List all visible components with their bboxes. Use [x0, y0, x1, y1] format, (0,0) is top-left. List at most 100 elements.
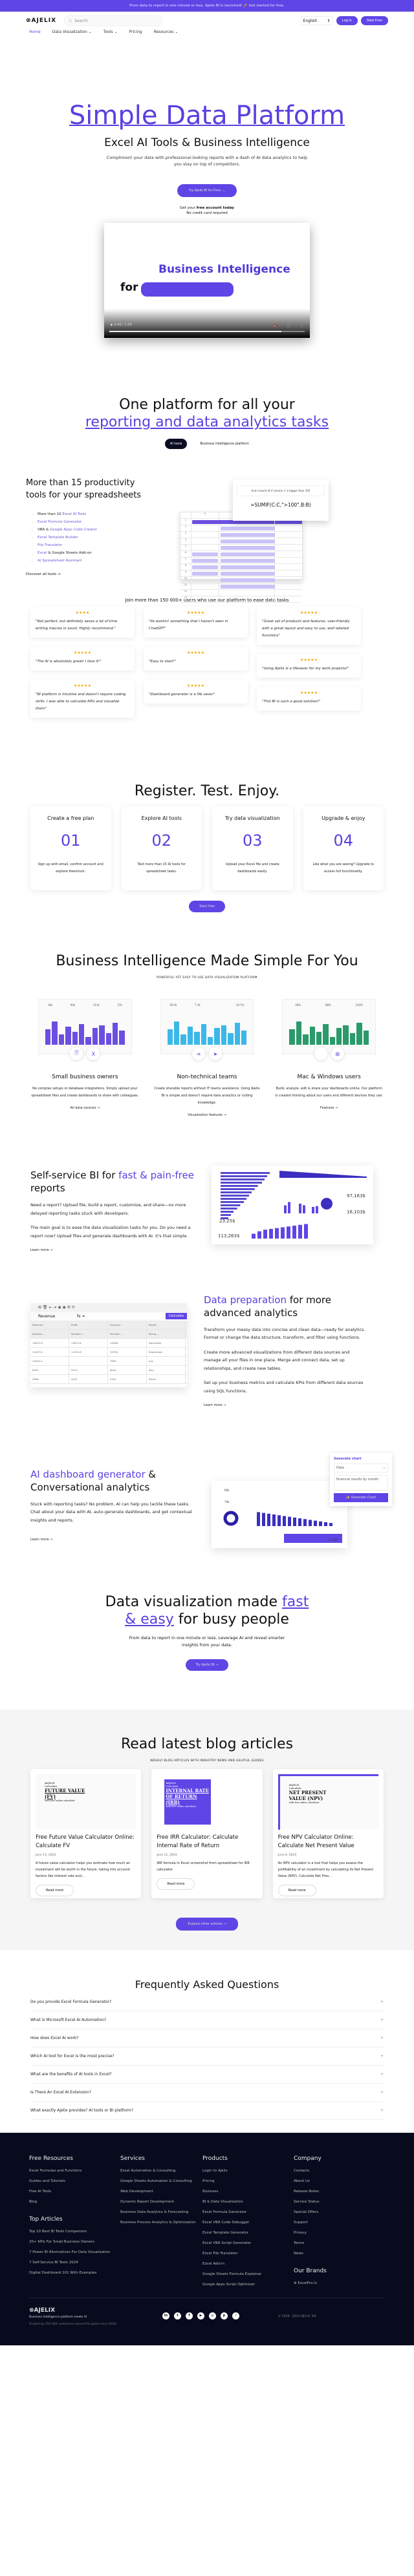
footer-link[interactable]: Excel VBA Code Debugger [202, 2217, 294, 2228]
prep-type-select[interactable]: Number ⌄ [69, 1329, 108, 1338]
footer-link[interactable]: BI & Data Visualization [202, 2197, 294, 2207]
nav-home[interactable]: Home [29, 30, 41, 34]
prep-type-select[interactable]: Number ⌄ [108, 1329, 147, 1338]
footer-link[interactable]: Google Sheets Automation & Consulting [120, 2176, 202, 2186]
aigen-learn-more[interactable]: Learn more → [30, 1536, 192, 1544]
footer-link[interactable]: Business Data Analytics & Forecasting [120, 2207, 202, 2217]
generate-chart-button[interactable]: ✨ Generate Chart [334, 1492, 388, 1502]
footer-link[interactable]: Support [294, 2217, 371, 2228]
tab-ai-tools[interactable]: AI tools [164, 439, 188, 449]
promo-video[interactable]: Business Intelligence for ▶ 0:00 / 1:04 … [104, 223, 310, 338]
search-input[interactable]: ○ Search [65, 16, 162, 25]
brand-link[interactable]: ⊕ ExcelPro.lv [294, 2278, 371, 2288]
tool-link[interactable]: AI Spreadsheet Assistant [38, 559, 82, 563]
faq-item[interactable]: What exactly Ajelix provides? AI tools o… [30, 2102, 384, 2120]
faq-item[interactable]: Do you provide Excel Formula Generator? + [30, 1993, 384, 2011]
footer-link[interactable]: Blog [29, 2197, 120, 2207]
prep-learn-more[interactable]: Learn more → [204, 1401, 365, 1410]
footer-link[interactable]: Digital Dashboard 101 With Examples [29, 2268, 120, 2278]
footer-link[interactable]: Excel Template Generator [202, 2228, 294, 2238]
footer-link[interactable]: Contacts [294, 2166, 371, 2176]
footer-link[interactable]: Dynamic Report Development [120, 2197, 202, 2207]
footer-link[interactable]: Excel Add-in [202, 2259, 294, 2269]
footer-link[interactable]: Excel Formula Generator [202, 2207, 294, 2217]
tool-link[interactable]: Excel Formula Generator [38, 520, 82, 524]
prep-type-select[interactable]: Number ⌄ [30, 1329, 69, 1338]
footer-link[interactable]: Pricing [202, 2176, 294, 2186]
footer-link[interactable]: Excel Formulas and Functions [29, 2166, 120, 2176]
logo[interactable]: ⊗AJELIX [26, 17, 58, 24]
footer-link[interactable]: 20+ KPIs For Small Business Owners [29, 2237, 120, 2247]
footer-link[interactable]: Excel VBA Script Generator [202, 2238, 294, 2248]
footer-link[interactable]: Google Sheets Formula Explainer [202, 2269, 294, 2279]
language-select[interactable]: English ⇕ [300, 16, 333, 25]
footer-link[interactable]: Excel Automation & Consulting [120, 2166, 202, 2176]
video-progress[interactable] [109, 331, 305, 332]
footer-link[interactable]: Special Offers [294, 2207, 371, 2217]
aigen-title-link[interactable]: AI dashboard generator [30, 1469, 146, 1480]
read-more-button[interactable]: Read more [36, 1884, 74, 1896]
faq-item[interactable]: What is Microsoft Excel AI Automation? + [30, 2011, 384, 2029]
mute-icon[interactable]: 🔇 [273, 324, 277, 328]
footer-link[interactable]: Service Status [294, 2197, 371, 2207]
footer-link[interactable]: Web Development [120, 2186, 202, 2197]
more-icon[interactable]: ⋮ [300, 324, 303, 328]
footer-link[interactable]: Release Notes [294, 2186, 371, 2197]
fullscreen-icon[interactable]: ⛶ [287, 324, 290, 328]
platform-title-link[interactable]: reporting and data analytics tasks [85, 414, 329, 430]
instagram-icon[interactable]: ◎ [208, 2312, 216, 2319]
login-button[interactable]: Log in [336, 16, 358, 25]
footer-link[interactable]: Top 10 Best BI Tools Comparison [29, 2226, 120, 2237]
prep-calculate-button[interactable]: Calculate [165, 1313, 187, 1319]
bi-col-link[interactable]: Features → [274, 1106, 384, 1110]
gen-data-select[interactable]: Data ⌄ [334, 1463, 388, 1472]
linkedin-icon[interactable]: in [162, 2312, 169, 2319]
tool-link[interactable]: Google Apps Code Creator [50, 528, 97, 532]
footer-link[interactable]: 7 Power BI Alternatives For Data Visuali… [29, 2247, 120, 2257]
faq-item[interactable]: How does Excel AI work? + [30, 2029, 384, 2047]
nav-pricing[interactable]: Pricing [129, 30, 142, 34]
faq-item[interactable]: What are the benefits of AI tools in Exc… [30, 2066, 384, 2084]
tiktok-icon[interactable]: ♪ [232, 2312, 239, 2319]
prep-formula-input[interactable] [87, 1313, 164, 1319]
prep-type-select[interactable]: String ⌄ [147, 1329, 186, 1338]
footer-link[interactable]: Business [202, 2186, 294, 2197]
footer-logo[interactable]: ⊗AJELIX [29, 2307, 117, 2314]
footer-link[interactable]: Business Process Analytics & Optimizatio… [120, 2217, 202, 2228]
prep-title-link[interactable]: Data preparation [204, 1294, 287, 1306]
pinterest-icon[interactable]: p [220, 2312, 228, 2319]
read-more-button[interactable]: Read more [157, 1878, 195, 1890]
bi-col-link[interactable]: Visualization features → [153, 1113, 262, 1117]
blog-card-title[interactable]: Free Future Value Calculator Online: Cal… [36, 1834, 136, 1850]
footer-link[interactable]: Privacy [294, 2228, 371, 2238]
footer-link[interactable]: 7 Self-Service BI Tools 2024 [29, 2257, 120, 2268]
blog-card-image[interactable]: ⊗AJELIX Calculate INTERNAL RATE OF RETURN … [157, 1774, 257, 1830]
discover-tools-link[interactable]: Discover all tools → [26, 572, 155, 576]
tool-link[interactable]: Excel AI Tools [62, 512, 86, 516]
bi-col-link[interactable]: All data sources → [30, 1106, 140, 1110]
facebook-icon[interactable]: f [185, 2312, 193, 2319]
youtube-icon[interactable]: ▶ [197, 2312, 204, 2319]
ss-title-link[interactable]: fast & pain-free [118, 1169, 194, 1181]
tab-bi-platform[interactable]: Business Intelligence platform [200, 442, 249, 446]
twitter-icon[interactable]: t [173, 2312, 181, 2319]
faq-item[interactable]: Which AI tool for Excel is the most prec… [30, 2047, 384, 2066]
announcement-banner[interactable]: From data to report in one minute or les… [0, 0, 414, 12]
tool-link[interactable]: Excel [38, 551, 47, 555]
tool-link[interactable]: Excel Template Builder [38, 536, 78, 539]
footer-link[interactable]: About Us [294, 2176, 371, 2186]
blog-card-image[interactable]: ⊗AJELIX Calculate NET PRESENT VALUE (NPV) w… [278, 1774, 378, 1830]
tool-link[interactable]: File Translator [38, 543, 62, 547]
footer-link[interactable]: Terms [294, 2238, 371, 2248]
footer-link[interactable]: News [294, 2248, 371, 2259]
footer-link[interactable]: Excel File Translator [202, 2248, 294, 2259]
ss-learn-more[interactable]: Learn more → [30, 1246, 199, 1255]
footer-link[interactable]: Free AI Tools [29, 2186, 120, 2197]
footer-link[interactable]: Google Apps Script Optimizer [202, 2279, 294, 2290]
start-free-cta[interactable]: Start free [189, 901, 225, 912]
dv-cta[interactable]: Try Ajelix BI → [185, 1659, 229, 1671]
nav-resources[interactable]: Resources ⌄ [154, 30, 179, 34]
play-icon[interactable]: ▶ [111, 323, 113, 327]
blog-card-title[interactable]: Free IRR Calculator: Calculate Internal … [157, 1834, 257, 1850]
gen-prompt-input[interactable]: financial results by month [334, 1474, 388, 1491]
